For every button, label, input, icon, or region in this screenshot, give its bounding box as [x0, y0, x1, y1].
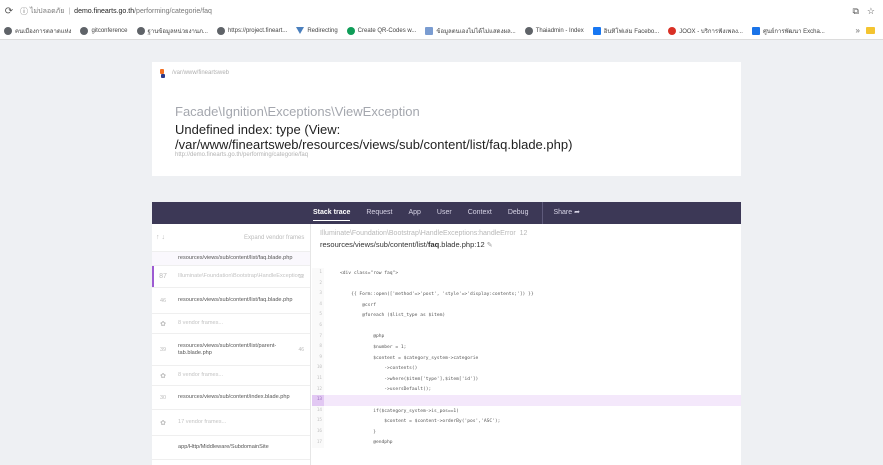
more-bookmarks-icon[interactable]: »: [856, 26, 860, 35]
code-line: 17 @endphp: [312, 437, 741, 449]
code-lines: 1 <div class="row faq"> 2 3 {{ Form::open…: [312, 268, 741, 449]
code-line: 8 $number = 1;: [312, 342, 741, 353]
frame-nav-arrows[interactable]: ↑ ↓: [156, 234, 200, 241]
code-line: 9 $content = $category_system->categorie: [312, 352, 741, 364]
globe-icon: [4, 26, 12, 35]
code-line: 15 $content = $content->orderBy('pos','A…: [312, 416, 741, 427]
bookmark-item[interactable]: ศูนย์การพัฒนา Excha...: [751, 26, 825, 36]
code-line: 4 @csrf: [312, 299, 741, 311]
bookmark-item[interactable]: ฐานข้อมูลหน่วยงานภ...: [136, 26, 208, 36]
joox-icon: [668, 26, 677, 35]
exception-class: Facade\Ignition\Exceptions\ViewException: [175, 104, 420, 119]
vendor-frames-toggle[interactable]: ✿ 8 vendor frames...: [152, 366, 310, 386]
frame-file-path: resources/views/sub/content/list/faq.bla…: [320, 240, 493, 249]
code-line: 7 @php: [312, 331, 741, 343]
frame-class: Illuminate\Foundation\Bootstrap\HandleEx…: [320, 230, 528, 237]
app-path: /var/www/fineartsweb: [172, 70, 230, 76]
vendor-frames-toggle[interactable]: ✿ 17 vendor frames...: [152, 410, 310, 436]
extensions-icon[interactable]: ⧉: [852, 6, 858, 17]
bookmark-item[interactable]: gitconference: [80, 26, 128, 35]
url-separator: |: [68, 7, 71, 15]
code-line: 1 <div class="row faq">: [312, 268, 741, 279]
qr-icon: [346, 26, 355, 35]
bookmark-item[interactable]: Thaiadmin - Index: [524, 26, 584, 35]
tab-user[interactable]: User: [437, 202, 452, 224]
bookmark-item[interactable]: https://project.fineart...: [216, 26, 287, 35]
bookmark-item[interactable]: ข้อมูลตนเองไม่ได้ไม่แสดงผล...: [425, 26, 516, 36]
bookmark-item[interactable]: คนเมืองการตลาดแห่ง: [4, 26, 71, 36]
code-line: 10 ->contents(): [312, 363, 741, 374]
frame-row-selected[interactable]: 87 Illuminate\Foundation\Bootstrap\Handle…: [152, 266, 310, 288]
pencil-icon[interactable]: ✎: [487, 242, 493, 249]
code-line: 11 ->where($item['type'],$item['id']): [312, 373, 741, 385]
frame-row[interactable]: 39 resources/views/sub/content/list/paren…: [152, 334, 310, 366]
reload-icon[interactable]: ⟳: [0, 6, 18, 17]
frame-row[interactable]: resources/views/sub/content/list/faq.bla…: [152, 252, 310, 266]
tab-app[interactable]: App: [408, 202, 420, 224]
facebook-icon: [592, 26, 601, 35]
star-icon[interactable]: ☆: [867, 6, 875, 17]
bookmark-item[interactable]: JOOX - บริการฟังเพลง...: [668, 26, 743, 36]
code-line: 12 ->usersDefault();: [312, 384, 741, 396]
share-arrow-icon: ➦: [574, 209, 580, 216]
stack-trace-panel: ↑ ↓ Expand vendor frames resources/views…: [152, 224, 741, 465]
tab-debug[interactable]: Debug: [508, 202, 529, 224]
url-host[interactable]: demo.finearts.go.th: [74, 8, 134, 15]
address-bar: ⟳ ⓘ ไม่ปลอดภัย | demo.finearts.go.th /pe…: [0, 0, 883, 22]
globe-icon: [524, 26, 533, 35]
bookmark-item[interactable]: อินทิโฟเล่ม Facebo...: [592, 26, 659, 36]
tab-request[interactable]: Request: [366, 202, 392, 224]
error-header-card: /var/www/fineartsweb Facade\Ignition\Exc…: [152, 62, 741, 176]
frames-header: ↑ ↓ Expand vendor frames: [152, 224, 310, 252]
vendor-frames-toggle[interactable]: ✿ 8 vendor frames...: [152, 314, 310, 334]
code-line-highlighted: 13: [312, 395, 741, 406]
gear-icon: ✿: [160, 372, 166, 380]
bookmark-item[interactable]: Create QR-Codes w...: [346, 26, 416, 35]
globe-icon: [136, 26, 145, 35]
frame-row[interactable]: 46 resources/views/sub/content/list/faq.b…: [152, 288, 310, 314]
error-tabs: Stack trace Request App User Context Deb…: [152, 202, 741, 224]
code-line: 6: [312, 320, 741, 332]
exception-message: Undefined index: type (View: /var/www/fi…: [175, 122, 573, 152]
tab-context[interactable]: Context: [468, 202, 492, 224]
security-label[interactable]: ไม่ปลอดภัย: [30, 6, 64, 17]
expand-vendor-frames[interactable]: Expand vendor frames: [244, 235, 304, 241]
code-line: 14 if($category_system->is_pos==1): [312, 405, 741, 417]
ignition-logo-icon: [160, 69, 165, 78]
tab-stack-trace[interactable]: Stack trace: [313, 202, 351, 224]
bookmark-item[interactable]: Redirecting: [296, 27, 338, 34]
code-line: 2: [312, 278, 741, 290]
info-icon[interactable]: ⓘ: [18, 6, 30, 17]
folder-icon[interactable]: [866, 27, 875, 34]
exchange-icon: [751, 26, 760, 35]
code-line: 16 }: [312, 426, 741, 438]
doc-icon: [425, 26, 434, 35]
share-button[interactable]: Share ➦: [542, 202, 580, 224]
code-line: 3 {{ Form::open(['method'=>'post', 'styl…: [312, 289, 741, 300]
request-url[interactable]: http://demo.finearts.go.th/performing/ca…: [175, 152, 308, 158]
code-header: Illuminate\Foundation\Bootstrap\HandleEx…: [320, 230, 527, 249]
frame-row[interactable]: 30 resources/views/sub/content/index.blad…: [152, 386, 310, 410]
gear-icon: ✿: [160, 320, 166, 328]
frames-list: ↑ ↓ Expand vendor frames resources/views…: [152, 224, 311, 465]
code-line: 5 @foreach ($list_type as $item): [312, 310, 741, 321]
gear-icon: ✿: [160, 419, 166, 427]
globe-icon: [216, 26, 225, 35]
bookmarks-bar: คนเมืองการตลาดแห่ง gitconference ฐานข้อม…: [0, 22, 883, 40]
globe-icon: [80, 26, 89, 35]
code-viewer: Illuminate\Foundation\Bootstrap\HandleEx…: [312, 224, 741, 465]
frame-row[interactable]: app/Http/Middleware/SubdomainSite: [152, 436, 310, 460]
url-path[interactable]: /performing/categorie/faq: [134, 8, 212, 15]
funnel-icon: [296, 27, 305, 34]
